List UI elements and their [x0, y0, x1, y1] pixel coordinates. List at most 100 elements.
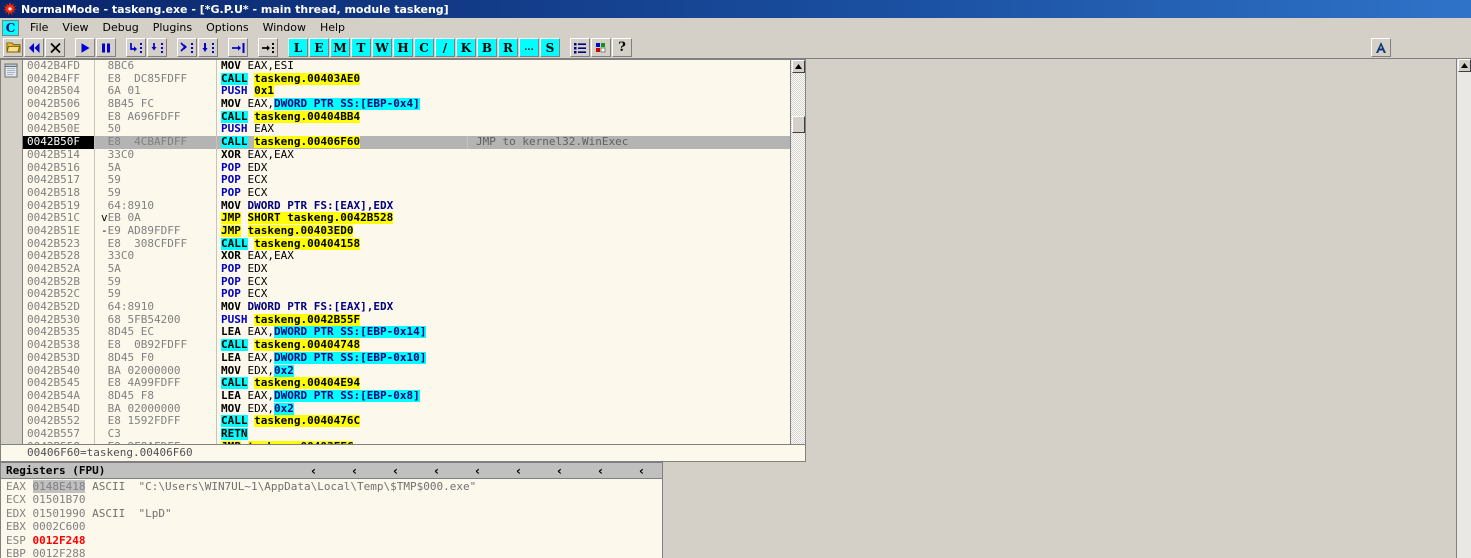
dump-scrollbar[interactable]	[1456, 59, 1471, 558]
row-instruction: XOR EAX,EAX	[217, 250, 467, 263]
execute-till-return-icon[interactable]	[228, 38, 248, 57]
toolbar-button-cpu[interactable]: C	[414, 38, 434, 57]
toolbar-button-modules[interactable]: E	[309, 38, 329, 57]
menu-file[interactable]: File	[23, 19, 55, 36]
row-hexbytes: 59	[95, 174, 217, 187]
app-logo-button[interactable]: C	[2, 20, 19, 36]
toolbar-button-references[interactable]: R	[498, 38, 518, 57]
disassembly-row[interactable]: 0042B523 E8 308CFDFFCALL taskeng.0040415…	[23, 238, 805, 251]
disassembly-row[interactable]: 0042B528 33C0XOR EAX,EAX	[23, 250, 805, 263]
disassembly-row[interactable]: 0042B558-E9 9F8AFDFFJMP taskeng.00403FFC	[23, 441, 805, 444]
row-address: 0042B50F	[23, 136, 95, 149]
toolbar-button-handles[interactable]: H	[393, 38, 413, 57]
toolbar-button-run-trace[interactable]: ...	[519, 38, 539, 57]
disassembly-row[interactable]: 0042B517 59POP ECX	[23, 174, 805, 187]
row-address: 0042B52D	[23, 301, 95, 314]
menu-window[interactable]: Window	[256, 19, 313, 36]
disassembly-row[interactable]: 0042B514 33C0XOR EAX,EAX	[23, 149, 805, 162]
run-icon[interactable]	[75, 38, 95, 57]
menu-view[interactable]: View	[55, 19, 95, 36]
toolbar-button-log[interactable]: L	[288, 38, 308, 57]
row-instruction: PUSH taskeng.0042B55F	[217, 314, 467, 327]
disassembly-row[interactable]: 0042B557 C3RETN	[23, 428, 805, 441]
disassembly-scrollbar[interactable]	[790, 60, 805, 444]
disassembly-row[interactable]: 0042B53D 8D45 F0LEA EAX,DWORD PTR SS:[EB…	[23, 352, 805, 365]
row-address: 0042B54A	[23, 390, 95, 403]
step-over-icon[interactable]	[147, 38, 167, 57]
options-list-icon[interactable]	[570, 38, 590, 57]
scroll-up-button[interactable]	[792, 60, 805, 73]
disassembly-row[interactable]: 0042B51E-E9 AD89FDFFJMP taskeng.00403ED0	[23, 225, 805, 238]
registers-body[interactable]: EAX 0148E418 ASCII "C:\Users\WIN7UL~1\Ap…	[1, 479, 662, 558]
row-hexbytes: -E9 9F8AFDFF	[95, 441, 217, 444]
toolbar-button-breakpoints[interactable]: B	[477, 38, 497, 57]
trace-over-icon[interactable]	[198, 38, 218, 57]
trace-into-icon[interactable]	[177, 38, 197, 57]
dump-scroll-up-button[interactable]	[1458, 59, 1471, 72]
registers-chevron-0[interactable]: ‹	[293, 464, 334, 478]
execute-till-cursor-icon[interactable]	[258, 38, 278, 57]
window-titlebar: NormalMode - taskeng.exe - [*G.P.U* - ma…	[0, 0, 1471, 18]
scroll-thumb[interactable]	[792, 116, 805, 133]
pause-icon[interactable]	[96, 38, 116, 57]
row-address: 0042B51E	[23, 225, 95, 238]
toolbar-button-windows[interactable]: W	[372, 38, 392, 57]
register-edx: EDX 01501990 ASCII "LpD"	[6, 507, 662, 520]
disassembly-row[interactable]: 0042B518 59POP ECX	[23, 187, 805, 200]
disassembly-row[interactable]: 0042B54A 8D45 F8LEA EAX,DWORD PTR SS:[EB…	[23, 390, 805, 403]
row-address: 0042B514	[23, 149, 95, 162]
disassembly-row[interactable]: 0042B52A 5APOP EDX	[23, 263, 805, 276]
row-hexbytes: C3	[95, 428, 217, 441]
colors-icon[interactable]	[591, 38, 611, 57]
menu-options[interactable]: Options	[199, 19, 255, 36]
menu-help[interactable]: Help	[313, 19, 352, 36]
toolbar-button-source[interactable]: S	[540, 38, 560, 57]
disassembly-row[interactable]: 0042B509 E8 A696FDFFCALL taskeng.00404BB…	[23, 111, 805, 124]
disassembly-row[interactable]: 0042B516 5APOP EDX	[23, 162, 805, 175]
registers-chevron-8[interactable]: ‹	[621, 464, 662, 478]
registers-chevron-1[interactable]: ‹	[334, 464, 375, 478]
toolbar-button-threads[interactable]: T	[351, 38, 371, 57]
toolbar-button-patches[interactable]: /	[435, 38, 455, 57]
registers-pane[interactable]: Registers (FPU) ‹‹‹‹‹‹‹‹‹ EAX 0148E418 A…	[0, 462, 663, 558]
restart-icon[interactable]	[24, 38, 44, 57]
registers-chevron-3[interactable]: ‹	[416, 464, 457, 478]
disassembly-rows[interactable]: 0042B4FD 8BC6MOV EAX,ESI0042B4FF E8 DC85…	[23, 60, 805, 444]
registers-chevron-2[interactable]: ‹	[375, 464, 416, 478]
registers-chevron-4[interactable]: ‹	[457, 464, 498, 478]
registers-chevron-6[interactable]: ‹	[539, 464, 580, 478]
notepad-icon	[4, 62, 19, 78]
disassembly-status-line: 00406F60=taskeng.00406F60	[1, 444, 805, 461]
menu-plugins[interactable]: Plugins	[146, 19, 199, 36]
registers-chevron-5[interactable]: ‹	[498, 464, 539, 478]
toolbar-button-memory[interactable]: M	[330, 38, 350, 57]
row-instruction: MOV EDX,0x2	[217, 365, 467, 378]
disassembly-row[interactable]: 0042B4FD 8BC6MOV EAX,ESI	[23, 60, 805, 73]
row-address: 0042B52A	[23, 263, 95, 276]
disassembly-row[interactable]: 0042B506 8B45 FCMOV EAX,DWORD PTR SS:[EB…	[23, 98, 805, 111]
row-instruction: CALL taskeng.00406F60	[217, 136, 467, 149]
registers-chevron-7[interactable]: ‹	[580, 464, 621, 478]
registers-chevron-group[interactable]: ‹‹‹‹‹‹‹‹‹	[293, 463, 662, 479]
help-icon[interactable]: ?	[612, 38, 632, 57]
row-address: 0042B538	[23, 339, 95, 352]
disassembly-row[interactable]: 0042B50F E8 4CBAFDFFCALL taskeng.00406F6…	[23, 136, 805, 149]
toolbar-button-callstack[interactable]: K	[456, 38, 476, 57]
disassembly-row[interactable]: 0042B52B 59POP ECX	[23, 276, 805, 289]
disassembly-pane[interactable]: 0042B4FD 8BC6MOV EAX,ESI0042B4FF E8 DC85…	[0, 59, 806, 462]
registers-header: Registers (FPU) ‹‹‹‹‹‹‹‹‹	[1, 463, 662, 479]
disassembly-row[interactable]: 0042B545 E8 4A99FDFFCALL taskeng.00404E9…	[23, 377, 805, 390]
row-instruction: JMP taskeng.00403ED0	[217, 225, 467, 238]
row-address: 0042B506	[23, 98, 95, 111]
step-into-icon[interactable]	[126, 38, 146, 57]
row-instruction: CALL taskeng.00404748	[217, 339, 467, 352]
close-icon[interactable]	[45, 38, 65, 57]
row-instruction: XOR EAX,EAX	[217, 149, 467, 162]
row-hexbytes: 64:8910	[95, 301, 217, 314]
about-icon[interactable]	[1371, 38, 1391, 57]
menu-debug[interactable]: Debug	[96, 19, 146, 36]
disassembly-row[interactable]: 0042B538 E8 0B92FDFFCALL taskeng.0040474…	[23, 339, 805, 352]
disassembly-row[interactable]: 0042B52D 64:8910MOV DWORD PTR FS:[EAX],E…	[23, 301, 805, 314]
open-folder-icon[interactable]	[3, 38, 23, 57]
disassembly-row[interactable]: 0042B552 E8 1592FDFFCALL taskeng.0040476…	[23, 415, 805, 428]
